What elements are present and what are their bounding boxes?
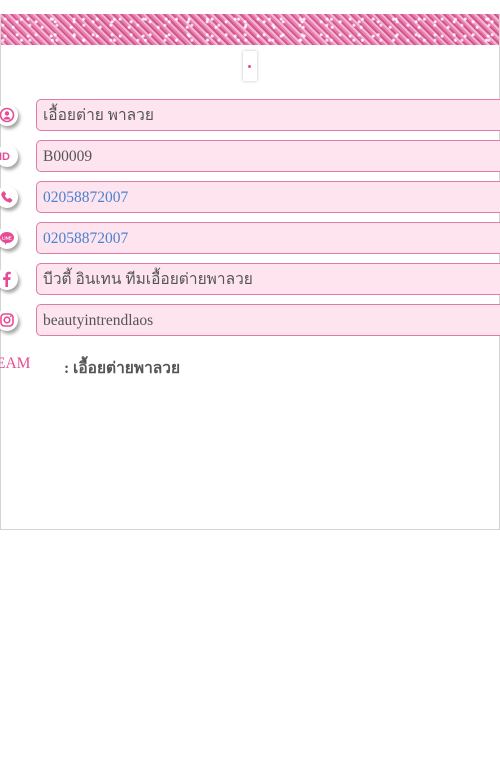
svg-text:LINE: LINE [2,235,12,240]
facebook-row: บีวตี้ อินเทน ทีมเอื้อยต่ายพาลวย [0,263,500,297]
logo [243,51,257,81]
facebook-icon [0,268,18,290]
id-field: B00009 [36,140,500,172]
team-value: : เอื้อยต่ายพาลวย [64,360,181,377]
team-line: EAM : เอื้อยต่ายพาลวย [0,355,180,377]
svg-text:ID: ID [0,151,10,163]
phone-icon [0,186,18,208]
line-link[interactable]: 02058872007 [36,222,500,254]
id-icon: ID [0,145,18,167]
line-row: LINE 02058872007 [0,222,500,256]
instagram-icon [0,309,18,331]
name-row: เอื้อยต่าย พาลวย [0,99,500,133]
name-field: เอื้อยต่าย พาลวย [36,99,500,131]
facebook-field: บีวตี้ อินเทน ทีมเอื้อยต่ายพาลวย [36,263,500,295]
id-row: ID B00009 [0,140,500,174]
instagram-field: beautyintrendlaos [36,304,500,336]
user-icon [0,104,18,126]
team-label: EAM [0,355,31,372]
glitter-banner [1,14,499,45]
phone-row: 02058872007 [0,181,500,215]
line-chat-icon: LINE [0,227,18,249]
phone-link[interactable]: 02058872007 [36,181,500,213]
instagram-row: beautyintrendlaos [0,304,500,338]
